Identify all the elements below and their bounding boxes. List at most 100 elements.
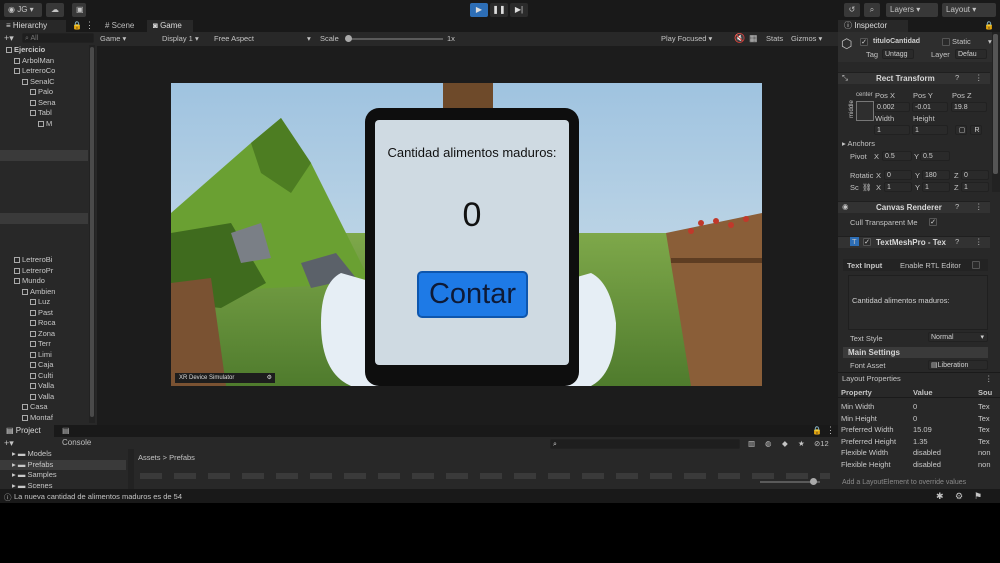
text-input-area[interactable]: Cantidad alimentos maduros: (848, 275, 988, 330)
hierarchy-item[interactable]: Casa (0, 402, 88, 413)
tmp-enabled-checkbox[interactable]: ✓ (863, 238, 871, 246)
hierarchy-item[interactable] (0, 192, 88, 203)
lock-icon[interactable]: 🔒 (72, 21, 82, 30)
notification-icon[interactable]: ⚑ (974, 491, 982, 502)
hierarchy-item[interactable]: LetreroPr (0, 266, 88, 277)
hierarchy-item[interactable]: ArbolMan (0, 56, 88, 67)
hierarchy-item[interactable] (0, 150, 88, 161)
canvas-renderer-header[interactable]: Canvas Renderer (838, 201, 990, 213)
tag-dropdown[interactable]: Untagg (882, 49, 914, 59)
hierarchy-item[interactable]: Ambien (0, 287, 88, 298)
layer-dropdown[interactable]: Defau (955, 49, 987, 59)
history-icon[interactable]: ↺ (844, 3, 860, 17)
folder-scrollbar[interactable] (128, 449, 134, 489)
blueprint-button[interactable]: ▢ (955, 125, 967, 135)
scale-slider[interactable] (345, 35, 443, 42)
breadcrumb-root[interactable]: Assets (138, 453, 161, 462)
rot-y-field[interactable]: 180 (922, 170, 950, 180)
breadcrumb-child[interactable]: Prefabs (169, 453, 195, 462)
xr-simulator-badge[interactable]: XR Device Simulator ⚙ (175, 373, 275, 383)
hierarchy-item[interactable] (0, 203, 88, 214)
hierarchy-item[interactable]: Tabl (0, 108, 88, 119)
static-checkbox[interactable] (942, 38, 950, 46)
menu-icon[interactable]: ⋮ (826, 425, 835, 436)
hierarchy-item[interactable] (0, 140, 88, 151)
add-icon[interactable]: +▾ (4, 438, 14, 449)
bug-icon[interactable]: ✱ (936, 491, 944, 502)
object-name-field[interactable]: tituloCantidad (871, 37, 939, 47)
game-mode-dropdown[interactable]: Game ▾ (100, 34, 126, 43)
pos-z-field[interactable]: 19.8 (951, 102, 987, 112)
hierarchy-item[interactable]: Terr (0, 339, 88, 350)
text-input-tab[interactable]: Text Input (847, 261, 882, 270)
hierarchy-item[interactable] (0, 171, 88, 182)
search-icon[interactable]: ⌕ (864, 3, 880, 17)
anchors-foldout[interactable]: ▸ Anchors (842, 139, 875, 148)
menu-icon[interactable]: ⋮ (85, 20, 94, 31)
progress-icon[interactable]: ⚙ (955, 491, 963, 502)
tab-project[interactable]: ▤ Project (0, 425, 54, 437)
aspect-dropdown[interactable]: Free Aspect (214, 34, 254, 43)
hierarchy-item[interactable] (0, 234, 88, 245)
eye-off-icon[interactable]: ⊘12 (814, 439, 829, 448)
folder-item[interactable]: ▸ ▬ Samples (0, 470, 126, 481)
tab-game[interactable]: ◙ Game (147, 20, 193, 32)
play-focused-dropdown[interactable]: Play Focused ▾ (661, 34, 712, 43)
play-button[interactable]: ▶ (470, 3, 488, 17)
hierarchy-item[interactable]: Palo (0, 87, 88, 98)
account-dropdown[interactable]: ◉ JG ▾ (4, 3, 42, 17)
gizmos-dropdown[interactable]: Gizmos ▾ (791, 34, 822, 43)
width-field[interactable]: 1 (874, 125, 910, 135)
scale-x-field[interactable]: 1 (884, 182, 912, 192)
layers-dropdown[interactable]: Layers ▾ (886, 3, 938, 17)
pos-y-field[interactable]: -0.01 (912, 102, 948, 112)
menu-icon[interactable]: ⋮ (985, 374, 993, 383)
textmeshpro-header[interactable]: TextMeshPro - Tex (838, 236, 990, 248)
shortcut-icon[interactable]: ▦ (749, 33, 758, 44)
cull-checkbox[interactable]: ✓ (929, 218, 937, 226)
hierarchy-item[interactable] (0, 213, 88, 224)
scale-y-field[interactable]: 1 (922, 182, 950, 192)
pos-x-field[interactable]: 0.002 (874, 102, 910, 112)
hierarchy-item[interactable]: Luz (0, 297, 88, 308)
hierarchy-item[interactable]: Sena (0, 98, 88, 109)
hierarchy-item[interactable]: Past (0, 308, 88, 319)
rot-x-field[interactable]: 0 (884, 170, 912, 180)
height-field[interactable]: 1 (912, 125, 948, 135)
display-dropdown[interactable]: Display 1 ▾ (162, 34, 199, 43)
asset-grid[interactable] (140, 473, 830, 479)
hierarchy-item[interactable] (0, 245, 88, 256)
icon-size-handle[interactable] (810, 478, 817, 485)
menu-icon[interactable]: ⋮ (975, 237, 983, 246)
cloud-icon[interactable]: ☁ (46, 3, 64, 17)
tab-scene[interactable]: # Scene (99, 20, 145, 32)
help-icon[interactable]: ? (955, 202, 959, 211)
gear-icon[interactable]: ⚙ (267, 373, 275, 383)
folder-item[interactable]: ▸ ▬ Prefabs (0, 459, 126, 470)
main-settings-header[interactable]: Main Settings (843, 347, 988, 358)
add-icon[interactable]: +▾ (4, 33, 14, 44)
hierarchy-item[interactable] (0, 129, 88, 140)
lock-icon[interactable]: 🔒 (812, 426, 822, 435)
scale-z-field[interactable]: 1 (961, 182, 989, 192)
hierarchy-item[interactable]: Caja (0, 360, 88, 371)
hierarchy-item[interactable] (0, 224, 88, 235)
hierarchy-item[interactable] (0, 161, 88, 172)
tab-console[interactable]: ▤ Console (56, 425, 106, 447)
raw-edit-button[interactable]: R (970, 125, 982, 135)
collab-icon[interactable]: ▣ (72, 3, 86, 17)
hierarchy-item[interactable]: Mundo (0, 276, 88, 287)
menu-icon[interactable]: ⋮ (975, 73, 983, 82)
inspector-scroll-thumb[interactable] (993, 34, 998, 174)
hierarchy-item[interactable]: LetreroCo (0, 66, 88, 77)
filter-icon[interactable]: ▥ (748, 439, 755, 448)
hierarchy-item[interactable]: M (0, 119, 88, 130)
pivot-x-field[interactable]: 0.5 (882, 151, 912, 161)
rot-z-field[interactable]: 0 (961, 170, 989, 180)
mute-icon[interactable]: 🔇 (734, 33, 745, 44)
star-icon[interactable]: ★ (798, 439, 805, 448)
text-style-dropdown[interactable]: Normal ▾ (928, 332, 988, 342)
aspect-chevron-icon[interactable]: ▾ (307, 34, 311, 43)
hierarchy-item[interactable]: Zona (0, 329, 88, 340)
icon-size-slider[interactable] (760, 478, 820, 485)
